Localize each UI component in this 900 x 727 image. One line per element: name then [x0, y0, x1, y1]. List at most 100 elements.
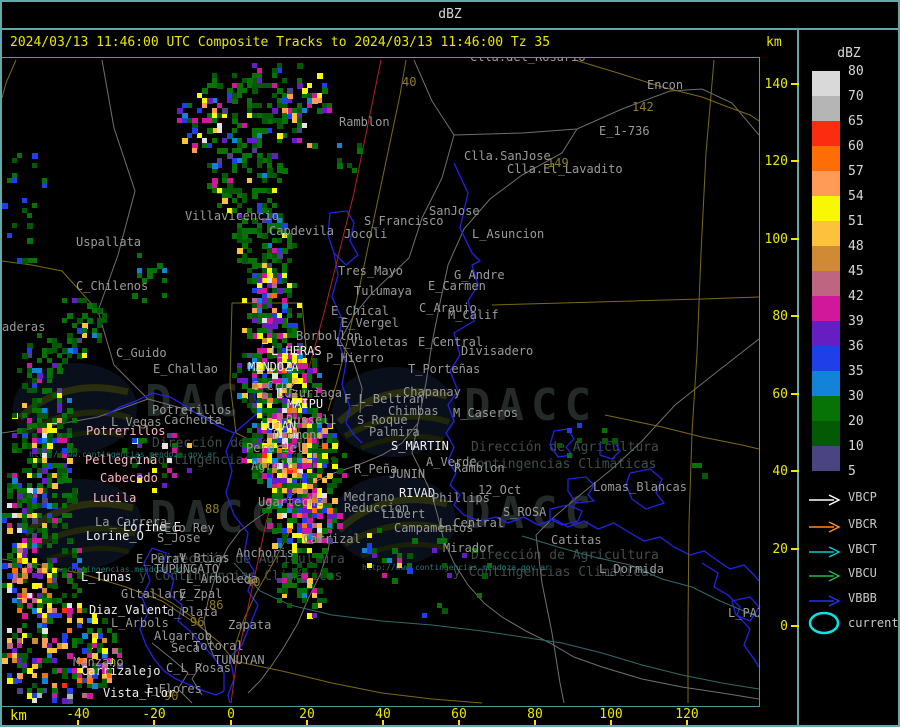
radar-echo-cell: [327, 573, 333, 579]
radar-echo-cell: [22, 403, 27, 408]
colorbar-swatch: [812, 96, 840, 121]
radar-echo-cell: [72, 298, 77, 303]
radar-map-canvas[interactable]: DACCDirección de Agriculturay Contingenc…: [2, 57, 760, 707]
radar-echo-cell: [57, 368, 63, 374]
radar-echo-cell: [32, 408, 37, 413]
radar-echo-cell: [252, 353, 257, 358]
radar-echo-cell: [32, 548, 37, 553]
map-place-label: Ramblon: [454, 461, 505, 475]
road-map-line: [2, 59, 17, 99]
radar-echo-cell: [287, 288, 292, 293]
radar-echo-cell: [297, 303, 302, 308]
x-axis-tick: [534, 720, 536, 725]
radar-echo-cell: [212, 138, 217, 143]
radar-echo-cell: [7, 678, 13, 684]
radar-echo-cell: [52, 343, 58, 349]
map-place-label: 149: [547, 156, 569, 170]
radar-echo-cell: [337, 158, 342, 163]
radar-echo-cell: [212, 183, 217, 188]
radar-echo-cell: [277, 133, 283, 139]
radar-echo-cell: [57, 613, 62, 618]
radar-echo-cell: [242, 143, 247, 148]
y-axis-tick: [791, 470, 799, 472]
map-place-label: Capdevila: [269, 224, 335, 238]
radar-echo-cell: [67, 688, 73, 694]
radar-echo-cell: [307, 478, 313, 484]
radar-echo-cell: [317, 468, 323, 474]
radar-echo-cell: [82, 693, 87, 698]
map-place-label: E_Carmen: [428, 279, 486, 293]
radar-echo-cell: [42, 678, 48, 684]
colorbar-value-label: 36: [848, 339, 864, 354]
radar-echo-cell: [32, 258, 37, 263]
map-place-label: 142: [632, 100, 654, 114]
radar-echo-cell: [257, 103, 262, 108]
radar-echo-cell: [27, 473, 32, 478]
radar-echo-cell: [62, 568, 67, 573]
colorbar-swatch: [812, 221, 840, 246]
map-place-label: Drumond: [273, 428, 324, 442]
radar-echo-cell: [202, 88, 208, 94]
radar-echo-cell: [287, 578, 292, 583]
radar-echo-cell: [67, 458, 73, 464]
radar-echo-cell: [252, 473, 258, 479]
radar-echo-cell: [7, 573, 13, 579]
radar-echo-cell: [272, 118, 277, 123]
radar-echo-cell: [72, 638, 77, 643]
radar-echo-cell: [247, 153, 252, 158]
radar-echo-cell: [22, 258, 28, 264]
radar-echo-cell: [247, 178, 252, 183]
colorbar-swatch: [812, 246, 840, 271]
radar-echo-cell: [17, 513, 22, 518]
radar-echo-cell: [52, 568, 57, 573]
x-axis-tick: [686, 720, 688, 725]
radar-echo-cell: [282, 473, 287, 478]
map-place-label: S_ROSA: [503, 505, 547, 519]
radar-echo-cell: [72, 593, 77, 598]
radar-echo-cell: [327, 488, 333, 494]
road-map-line: [687, 59, 715, 703]
y-axis-tick-label: 80: [772, 309, 788, 324]
map-place-label: Perdriel: [246, 441, 304, 455]
map-place-label: aderas: [2, 320, 46, 334]
radar-echo-cell: [57, 668, 62, 673]
x-axis-unit-label: km: [10, 708, 27, 724]
radar-echo-cell: [27, 213, 32, 218]
radar-echo-cell: [237, 93, 242, 98]
radar-echo-cell: [307, 378, 312, 383]
radar-echo-cell: [412, 538, 418, 544]
radar-echo-cell: [382, 573, 387, 578]
radar-echo-cell: [67, 513, 72, 518]
radar-echo-cell: [332, 443, 338, 449]
radar-echo-cell: [447, 573, 452, 578]
radar-echo-cell: [277, 163, 283, 169]
radar-echo-cell: [32, 378, 37, 383]
radar-echo-cell: [252, 258, 257, 263]
radar-echo-cell: [342, 453, 347, 458]
map-place-label: C_Guido: [116, 346, 167, 360]
x-axis-tick: [458, 720, 460, 725]
radar-echo-cell: [282, 513, 287, 518]
radar-echo-cell: [262, 323, 267, 328]
radar-echo-cell: [97, 308, 102, 313]
radar-echo-cell: [22, 498, 27, 503]
radar-echo-cell: [312, 573, 317, 578]
colorbar-value-label: 39: [848, 314, 864, 329]
legend-item-label: VBCU: [848, 566, 877, 580]
radar-echo-cell: [162, 443, 168, 449]
radar-echo-cell: [2, 203, 8, 209]
radar-echo-cell: [332, 478, 337, 483]
radar-echo-cell: [152, 488, 157, 493]
road-map-line: [233, 660, 483, 704]
radar-echo-cell: [67, 668, 72, 673]
radar-echo-cell: [47, 613, 52, 618]
radar-echo-cell: [247, 108, 252, 113]
radar-echo-cell: [312, 563, 317, 568]
colorbar-swatch: [812, 321, 840, 346]
radar-echo-cell: [17, 578, 23, 584]
radar-echo-cell: [112, 648, 118, 654]
radar-echo-cell: [42, 523, 47, 528]
map-place-label: L_PAZ: [728, 606, 759, 620]
radar-echo-cell: [212, 118, 217, 123]
radar-echo-cell: [22, 623, 27, 628]
